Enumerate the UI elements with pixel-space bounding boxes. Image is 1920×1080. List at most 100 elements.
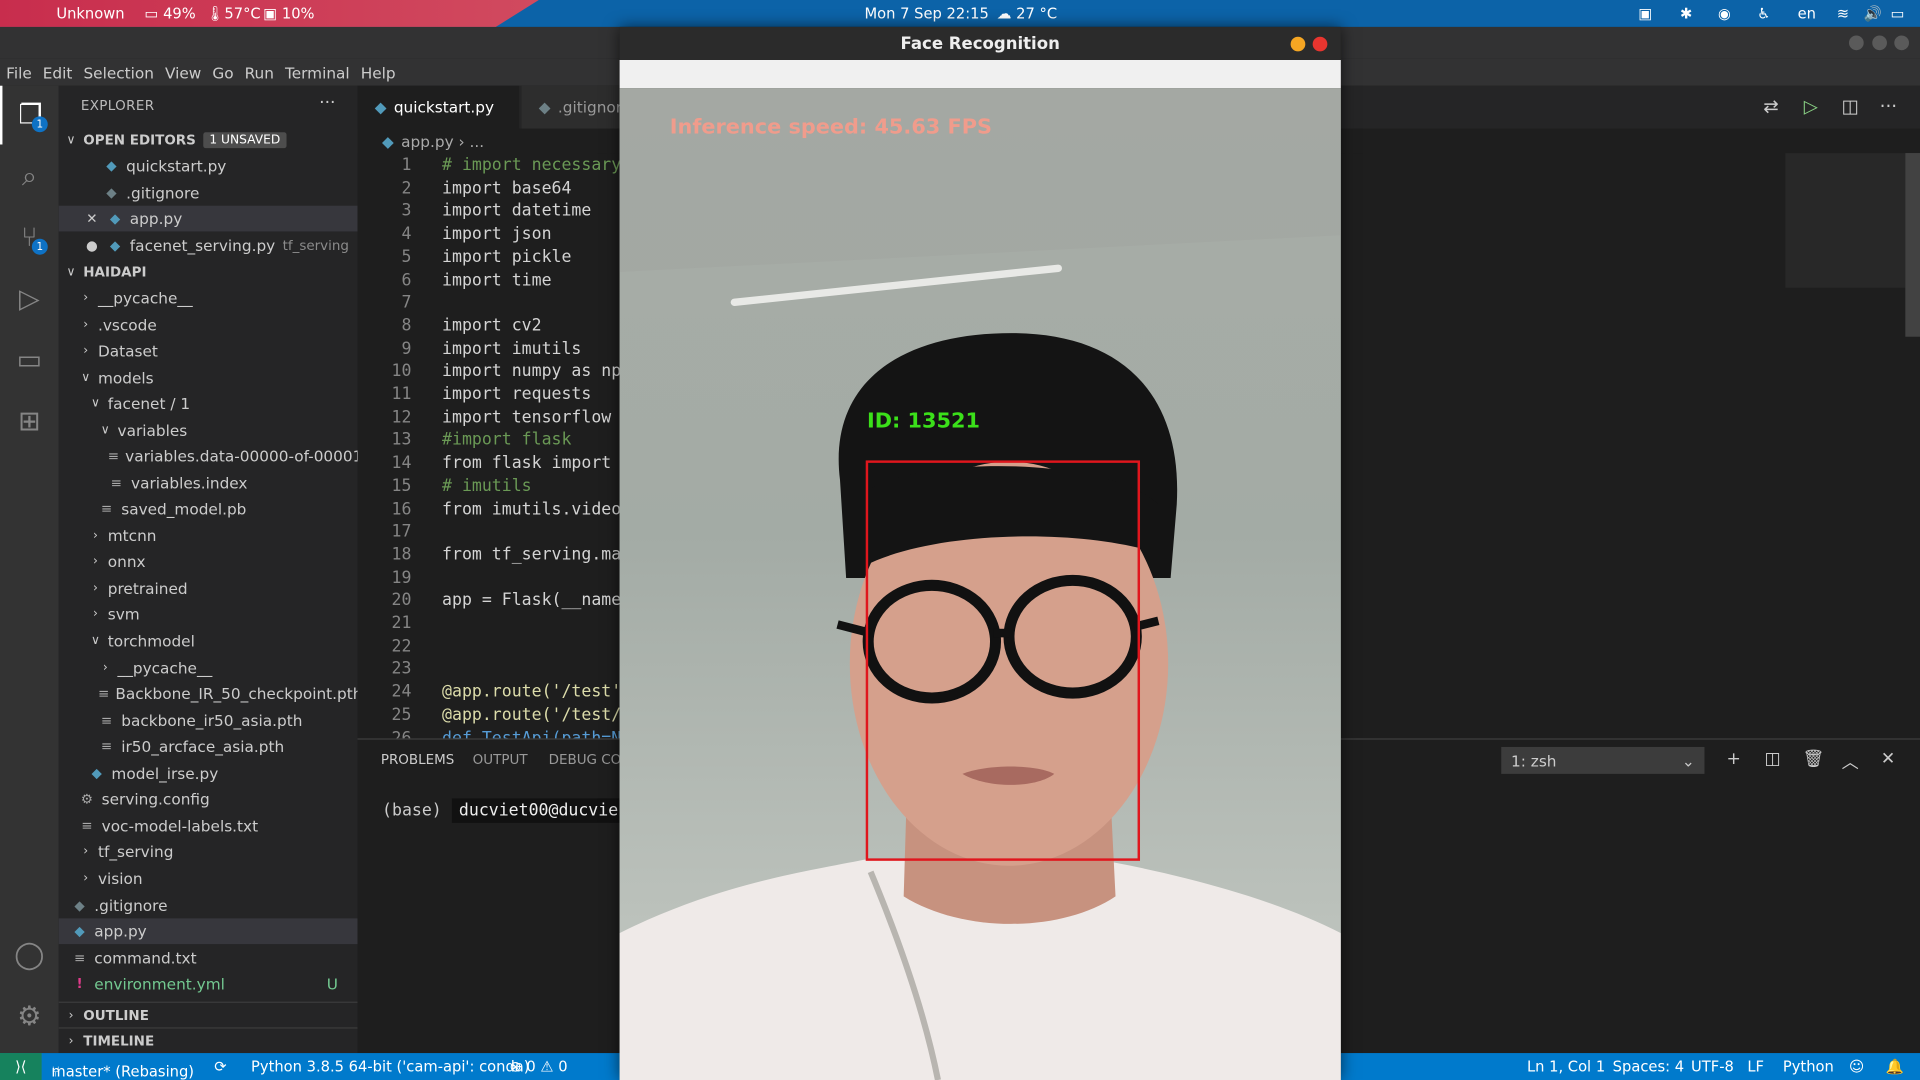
more-actions-icon[interactable]: ··· <box>1880 96 1898 118</box>
accessibility-icon[interactable]: ♿ <box>1757 5 1770 22</box>
code-line[interactable]: from tf_serving.ma <box>442 545 621 565</box>
cursor-position[interactable]: Ln 1, Col 1 <box>1527 1058 1605 1075</box>
code-line[interactable]: import pickle <box>442 247 571 267</box>
new-terminal-icon[interactable]: + <box>1727 749 1741 769</box>
code-line[interactable]: @app.route('/test/ <box>442 705 621 725</box>
close-panel-icon[interactable]: ✕ <box>1881 749 1895 769</box>
settings-gear-icon[interactable]: ⚙ <box>0 987 59 1046</box>
tree-item[interactable]: › .vscode <box>59 312 358 338</box>
tree-item[interactable]: ≡ Backbone_IR_50_checkpoint.pth <box>59 681 362 707</box>
code-line[interactable]: @app.route('/test' <box>442 682 621 702</box>
weather-indicator[interactable]: ☁ 27 °C <box>997 5 1057 22</box>
menu-selection[interactable]: Selection <box>77 63 159 81</box>
search-icon[interactable]: ⌕ <box>0 147 59 206</box>
code-line[interactable]: #import flask <box>442 430 571 450</box>
end-of-line[interactable]: LF <box>1747 1058 1764 1075</box>
face-window-titlebar[interactable]: Face Recognition <box>619 26 1341 61</box>
tree-item[interactable]: › mtcnn <box>59 523 358 549</box>
code-line[interactable]: import requests <box>442 384 591 404</box>
outline-header[interactable]: › OUTLINE <box>58 1001 358 1028</box>
tree-item[interactable]: ◆ .gitignore <box>59 893 358 919</box>
tree-item[interactable]: ≡ command.txt <box>59 945 358 971</box>
code-line[interactable]: # imutils <box>442 476 532 496</box>
tree-item[interactable]: ≡ variables.index <box>59 470 358 496</box>
menu-run[interactable]: Run <box>238 63 278 81</box>
code-line[interactable]: # import necessary <box>442 156 621 176</box>
code-line[interactable]: import imutils <box>442 339 581 359</box>
tree-item[interactable]: ⚙ serving.config <box>59 786 358 812</box>
face-window-minimize-button[interactable] <box>1290 36 1306 52</box>
tree-item[interactable]: ◆ model_irse.py <box>59 760 358 786</box>
tree-item[interactable]: › vision <box>59 866 358 892</box>
trash-icon[interactable]: 🗑 <box>1802 749 1824 769</box>
tree-item[interactable]: › tf_serving <box>59 839 358 865</box>
bell-icon[interactable]: 🔔 <box>1886 1058 1904 1075</box>
tree-item-selected[interactable]: ◆ app.py <box>58 918 358 945</box>
open-editor-item[interactable]: ◆ .gitignore <box>59 180 358 206</box>
run-debug-icon[interactable]: ▷ <box>0 269 59 328</box>
tree-item[interactable]: › pretrained <box>59 576 358 602</box>
timeline-header[interactable]: › TIMELINE <box>58 1027 358 1053</box>
code-line[interactable]: from flask import <box>442 453 611 473</box>
breadcrumb-symbol[interactable]: › ... <box>459 132 485 150</box>
code-line[interactable]: import tensorflow <box>442 407 611 427</box>
wifi-icon[interactable]: ≋ <box>1837 5 1849 22</box>
remote-icon[interactable]: ⟩⟨ <box>0 1053 42 1080</box>
maximize-panel-icon[interactable]: ︿ <box>1842 749 1859 773</box>
split-terminal-icon[interactable]: ◫ <box>1765 749 1781 769</box>
menu-edit[interactable]: Edit <box>37 63 78 81</box>
tree-item[interactable]: ! environment.yml U <box>59 971 358 997</box>
window-minimize-button[interactable] <box>1848 35 1864 51</box>
code-line[interactable]: from imutils.video <box>442 499 621 519</box>
language-mode[interactable]: Python <box>1783 1058 1834 1075</box>
code-line[interactable]: import base64 <box>442 178 571 198</box>
window-close-button[interactable] <box>1894 35 1909 51</box>
minimap[interactable] <box>1785 153 1906 288</box>
tray-app-icon[interactable]: ◉ <box>1718 5 1731 22</box>
close-icon[interactable]: ✕ <box>83 211 100 227</box>
encoding[interactable]: UTF-8 <box>1691 1058 1734 1075</box>
terminal-select[interactable]: 1: zsh ⌄ <box>1501 746 1705 774</box>
more-actions-icon[interactable]: ··· <box>319 93 335 113</box>
code-line[interactable]: import cv2 <box>442 316 542 336</box>
menu-terminal[interactable]: Terminal <box>279 63 355 81</box>
tab-output[interactable]: OUTPUT <box>473 752 528 768</box>
tree-item[interactable]: ≡ backbone_ir50_asia.pth <box>59 708 358 734</box>
tab-problems[interactable]: PROBLEMS <box>381 752 455 768</box>
python-interpreter[interactable]: Python 3.8.5 64-bit ('cam-api': conda) <box>251 1058 529 1075</box>
problems-indicator[interactable]: ⊗ 0 ⚠ 0 <box>509 1058 567 1075</box>
tree-item[interactable]: › __pycache__ <box>59 655 358 681</box>
tree-item[interactable]: ≡ voc-model-labels.txt <box>59 813 358 839</box>
code-line[interactable]: import numpy as np <box>442 362 621 382</box>
open-editor-item[interactable]: ◆ quickstart.py <box>59 153 358 179</box>
explorer-icon[interactable]: ❐ 1 <box>0 85 59 145</box>
tree-item[interactable]: › svm <box>59 601 358 627</box>
face-window-close-button[interactable] <box>1312 36 1328 52</box>
account-icon[interactable]: ◯ <box>0 926 59 985</box>
tree-item[interactable]: ≡ saved_model.pb <box>59 496 358 522</box>
feedback-icon[interactable]: ☺ <box>1849 1058 1864 1075</box>
tree-item[interactable]: ≡ variables.data-00000-of-00001 <box>59 443 363 469</box>
tree-item[interactable]: › __pycache__ <box>59 285 358 311</box>
terminal[interactable]: (base) ducviet00@ducvie <box>382 798 626 823</box>
editor-scrollbar[interactable] <box>1905 153 1920 337</box>
tree-item[interactable]: ≡ ir50_arcface_asia.pth <box>59 733 358 759</box>
split-editor-icon[interactable]: ◫ <box>1842 96 1859 118</box>
tree-item[interactable]: › onnx <box>59 549 358 575</box>
menu-help[interactable]: Help <box>355 63 401 81</box>
tree-item[interactable]: › Dataset <box>59 338 358 364</box>
volume-icon[interactable]: 🔊 <box>1864 5 1882 22</box>
menu-view[interactable]: View <box>159 63 206 81</box>
tab-quickstart[interactable]: ◆ quickstart.py <box>357 85 520 129</box>
tree-item[interactable]: ∨ torchmodel <box>59 628 358 654</box>
code-line[interactable]: import time <box>442 270 551 290</box>
code-line[interactable]: import json <box>442 224 551 244</box>
open-editor-item[interactable]: ✕ ◆ app.py <box>58 205 358 232</box>
extensions-icon[interactable]: ⊞ <box>0 392 59 451</box>
code-line[interactable]: app = Flask(__name <box>442 591 621 611</box>
open-editors-header[interactable]: ∨ OPEN EDITORS 1 UNSAVED <box>59 127 358 153</box>
bluetooth-icon[interactable]: ✱ <box>1680 5 1692 22</box>
menu-file[interactable]: File <box>0 63 37 81</box>
clock[interactable]: Mon 7 Sep 22:15 <box>864 5 988 22</box>
tray-shield-icon[interactable]: ▣ <box>1638 5 1652 22</box>
